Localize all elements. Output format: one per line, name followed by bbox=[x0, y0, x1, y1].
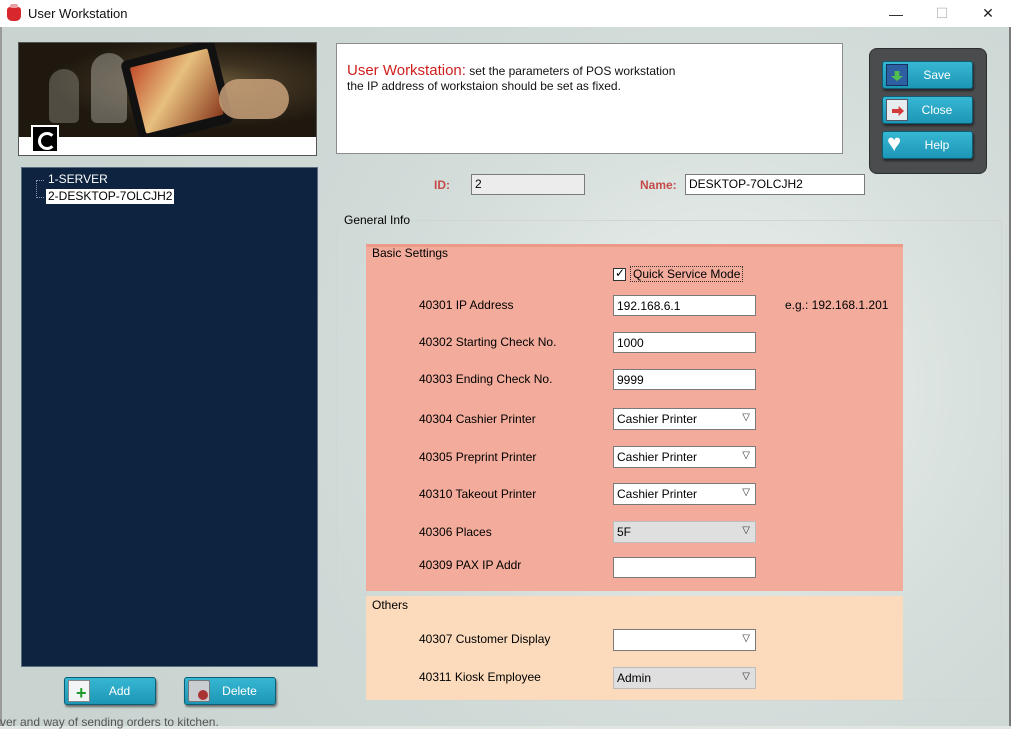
banner-photo bbox=[19, 43, 316, 146]
name-label: Name: bbox=[640, 178, 677, 192]
close-button[interactable]: Close bbox=[882, 96, 973, 124]
delete-icon bbox=[188, 680, 210, 702]
chevron-down-icon: ▽ bbox=[742, 633, 750, 644]
quick-service-checkbox[interactable]: Quick Service Mode bbox=[613, 266, 744, 282]
others-legend: Others bbox=[372, 598, 409, 612]
title-bar: User Workstation — ☐ ✕ bbox=[0, 0, 1011, 27]
checkbox-checked-icon bbox=[613, 266, 626, 281]
banner-image bbox=[18, 42, 317, 156]
info-title: User Workstation: bbox=[347, 62, 466, 79]
tablet-illustration bbox=[120, 43, 234, 146]
preprint-printer-select[interactable]: Cashier Printer ▽ bbox=[613, 446, 756, 468]
workstation-tree[interactable]: 1-SERVER 2-DESKTOP-7OLCJH2 bbox=[21, 167, 318, 667]
add-button[interactable]: Add bbox=[64, 677, 156, 705]
info-line-2: the IP address of workstaion should be s… bbox=[347, 79, 621, 93]
general-info-label: General Info bbox=[344, 213, 411, 227]
pax-ip-label: 40309 PAX IP Addr bbox=[419, 558, 522, 572]
maximize-button: ☐ bbox=[935, 5, 949, 21]
app-icon bbox=[7, 3, 21, 21]
save-icon bbox=[886, 64, 908, 86]
ip-address-hint: e.g.: 192.168.1.201 bbox=[785, 298, 889, 312]
ip-address-input[interactable]: 192.168.6.1 bbox=[613, 295, 756, 316]
close-window-button[interactable]: ✕ bbox=[965, 0, 1011, 27]
cashier-printer-select[interactable]: Cashier Printer ▽ bbox=[613, 408, 756, 430]
exit-icon bbox=[886, 99, 908, 121]
info-box: User Workstation: set the parameters of … bbox=[336, 43, 843, 154]
starting-check-input[interactable]: 1000 bbox=[613, 332, 756, 353]
brand-logo bbox=[31, 125, 59, 153]
id-field: 2 bbox=[471, 174, 585, 195]
kiosk-employee-select: Admin ▽ bbox=[613, 667, 756, 689]
help-button[interactable]: Help bbox=[882, 131, 973, 159]
customer-display-select[interactable]: ▽ bbox=[613, 629, 756, 651]
id-label: ID: bbox=[434, 178, 450, 192]
preprint-printer-label: 40305 Preprint Printer bbox=[419, 450, 537, 464]
basic-settings-legend: Basic Settings bbox=[372, 246, 449, 260]
tree-item-server[interactable]: 1-SERVER bbox=[46, 172, 110, 187]
ending-check-label: 40303 Ending Check No. bbox=[419, 372, 553, 386]
chevron-down-icon: ▽ bbox=[742, 412, 750, 423]
pax-ip-input[interactable] bbox=[613, 557, 756, 578]
customer-display-label: 40307 Customer Display bbox=[419, 632, 551, 646]
heart-icon bbox=[886, 131, 908, 157]
chevron-down-icon: ▽ bbox=[742, 487, 750, 498]
chevron-down-icon: ▽ bbox=[742, 525, 750, 536]
info-line-1: set the parameters of POS workstation bbox=[465, 64, 676, 78]
window-controls: — ☐ ✕ bbox=[873, 0, 1011, 27]
places-label: 40306 Places bbox=[419, 525, 492, 539]
tree-item-desktop[interactable]: 2-DESKTOP-7OLCJH2 bbox=[46, 189, 175, 204]
background-text: ver and way of sending orders to kitchen… bbox=[0, 715, 219, 729]
add-icon bbox=[68, 680, 90, 703]
name-field[interactable]: DESKTOP-7OLCJH2 bbox=[685, 174, 865, 195]
ending-check-input[interactable]: 9999 bbox=[613, 369, 756, 390]
window-title: User Workstation bbox=[28, 6, 128, 21]
starting-check-label: 40302 Starting Check No. bbox=[419, 335, 557, 349]
kiosk-employee-label: 40311 Kiosk Employee bbox=[419, 670, 541, 684]
takeout-printer-select[interactable]: Cashier Printer ▽ bbox=[613, 483, 756, 505]
chevron-down-icon: ▽ bbox=[742, 671, 750, 682]
cashier-printer-label: 40304 Cashier Printer bbox=[419, 412, 536, 426]
minimize-button[interactable]: — bbox=[873, 0, 919, 27]
places-select: 5F ▽ bbox=[613, 521, 756, 543]
ip-address-label: 40301 IP Address bbox=[419, 298, 514, 312]
save-button[interactable]: Save bbox=[882, 61, 973, 89]
takeout-printer-label: 40310 Takeout Printer bbox=[419, 487, 537, 501]
chevron-down-icon: ▽ bbox=[742, 450, 750, 461]
delete-button[interactable]: Delete bbox=[184, 677, 276, 705]
